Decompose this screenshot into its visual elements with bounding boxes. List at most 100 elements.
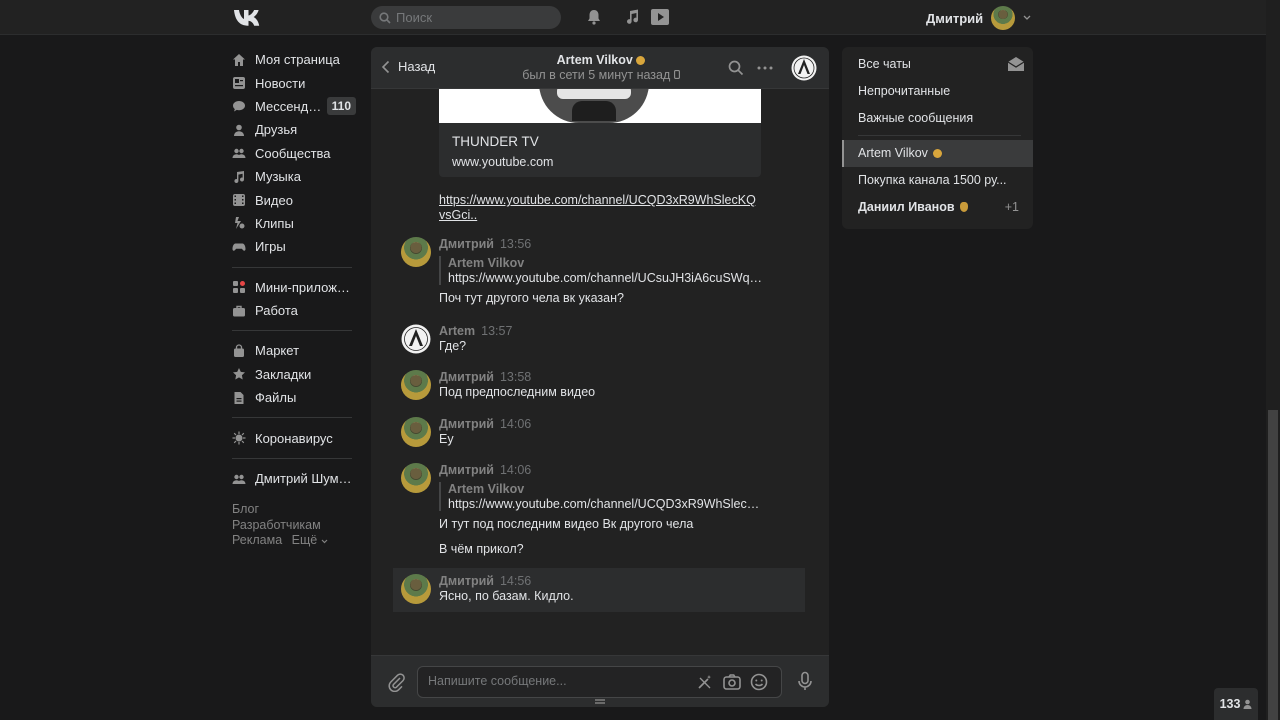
chat-item-daniil-ivanov[interactable]: Даниил Иванов +1 (842, 193, 1033, 220)
camera-icon[interactable] (722, 672, 742, 692)
messages-icon (233, 101, 245, 112)
nav-market[interactable]: Маркет (232, 339, 356, 362)
virus-icon (232, 431, 246, 445)
author-avatar[interactable] (401, 237, 431, 267)
author-avatar[interactable] (401, 463, 431, 493)
peer-info[interactable]: Artem Vilkov был в сети 5 минут назад (511, 53, 691, 82)
peer-status: был в сети 5 минут назад (522, 68, 671, 82)
nav-user-group[interactable]: Дмитрий Шумил... (232, 467, 356, 490)
nav-friends[interactable]: Друзья (232, 118, 356, 141)
page-scrollbar[interactable] (1266, 0, 1280, 720)
more-icon[interactable] (756, 59, 774, 77)
footer-more-label: Ещё (291, 533, 318, 548)
gamepad-icon (232, 243, 246, 251)
groups-icon (232, 149, 246, 159)
message-author[interactable]: Дмитрий (439, 574, 494, 588)
message-item[interactable]: Дмитрий 13:56 Artem Vilkov https://www.yo… (401, 237, 821, 305)
nav-groups[interactable]: Сообщества (232, 142, 356, 165)
forwarded-message[interactable]: Artem Vilkov https://www.youtube.com/cha… (439, 256, 821, 285)
chat-item-channel-purchase[interactable]: Покупка канала 1500 ру... (842, 167, 1033, 194)
message-author[interactable]: Дмитрий (439, 237, 494, 251)
footer-more-link[interactable]: Ещё (292, 533, 328, 549)
message-author[interactable]: Дмитрий (439, 417, 494, 431)
chat-header: Назад Artem Vilkov был в сети 5 минут на… (371, 47, 829, 89)
paperclip-icon[interactable] (386, 672, 406, 692)
message-input[interactable] (428, 674, 688, 688)
author-avatar[interactable] (401, 370, 431, 400)
nav-label: Дмитрий Шумил... (255, 471, 356, 487)
resize-handle-icon[interactable] (595, 699, 605, 705)
footer-developers-link[interactable]: Разработчикам (232, 518, 321, 534)
mobile-icon (673, 70, 680, 79)
footer-links: Блог Разработчикам Реклама Ещё (232, 502, 356, 549)
chevron-left-icon (381, 60, 390, 73)
filter-all-chats[interactable]: Все чаты (842, 51, 1033, 78)
nav-divider (232, 330, 352, 332)
message-text: В чём прикол? (439, 542, 524, 556)
link-preview-card[interactable]: THUNDER TV www.youtube.com (439, 89, 761, 177)
money-bag-icon (959, 201, 968, 212)
search-icon[interactable] (727, 59, 745, 77)
footer-blog-link[interactable]: Блог (232, 502, 259, 518)
peer-avatar[interactable] (791, 55, 817, 81)
message-time: 13:57 (481, 324, 513, 338)
magic-wand-icon[interactable] (696, 673, 714, 691)
nav-clips[interactable]: Клипы (232, 212, 356, 235)
message-link[interactable]: https://www.youtube.com/channel/UCQD3xR9… (439, 193, 759, 222)
filter-important[interactable]: Важные сообщения (842, 104, 1033, 131)
nav-games[interactable]: Игры (232, 235, 356, 258)
peer-name: Artem Vilkov (556, 53, 633, 67)
back-button[interactable]: Назад (381, 59, 435, 74)
message-author[interactable]: Artem (439, 324, 475, 338)
message-author[interactable]: Дмитрий (439, 463, 494, 477)
emoji-smile-icon[interactable] (749, 672, 769, 692)
video-play-icon[interactable] (650, 8, 670, 26)
online-friends-button[interactable]: 133 (1214, 688, 1258, 720)
nav-files[interactable]: Файлы (232, 386, 356, 409)
nav-messenger[interactable]: Мессендж... 110 (232, 95, 356, 118)
search-box[interactable] (371, 6, 561, 29)
chat-item-artem-vilkov[interactable]: Artem Vilkov (842, 140, 1033, 167)
filter-unread[interactable]: Непрочитанные (842, 78, 1033, 105)
message-item[interactable]: Дмитрий 14:06 Еу (401, 417, 821, 447)
footer-ads-link[interactable]: Реклама (232, 533, 282, 549)
message-item[interactable]: Дмитрий 13:58 Под предпоследним видео (401, 370, 821, 400)
scrollbar-thumb[interactable] (1268, 410, 1278, 720)
music-note-icon[interactable] (623, 8, 641, 26)
top-bar: Дмитрий (0, 0, 1266, 35)
author-avatar[interactable] (401, 417, 431, 447)
search-input[interactable] (396, 10, 556, 25)
nav-news[interactable]: Новости (232, 71, 356, 94)
user-avatar (991, 6, 1016, 30)
user-menu[interactable]: Дмитрий (926, 6, 1031, 30)
nav-label: Моя страница (255, 52, 340, 68)
nav-label: Файлы (255, 390, 297, 406)
message-time: 13:56 (499, 237, 532, 251)
message-item[interactable]: Artem 13:57 Где? (401, 324, 821, 354)
nav-label: Работа (255, 303, 298, 319)
author-avatar[interactable] (401, 324, 431, 354)
nav-divider (232, 266, 352, 268)
message-item[interactable]: Дмитрий 14:06 Artem Vilkov https://www.yo… (401, 463, 821, 556)
message-list[interactable]: THUNDER TV www.youtube.com https://www.y… (371, 89, 829, 655)
message-author[interactable]: Дмитрий (439, 370, 494, 384)
microphone-icon[interactable] (795, 671, 815, 691)
nav-coronavirus[interactable]: Коронавирус (232, 426, 356, 449)
nav-bookmarks[interactable]: Закладки (232, 363, 356, 386)
forwarded-message[interactable]: Artem Vilkov https://www.youtube.com/cha… (439, 482, 821, 511)
bell-icon[interactable] (585, 8, 603, 26)
nav-work[interactable]: Работа (232, 299, 356, 322)
nav-video[interactable]: Видео (232, 188, 356, 211)
nav-mini-apps[interactable]: Мини-приложен... (232, 276, 356, 299)
author-avatar[interactable] (401, 574, 431, 604)
person-icon (1243, 699, 1252, 709)
vk-logo-icon[interactable] (232, 8, 262, 28)
message-item-selected[interactable]: Дмитрий 14:56 Ясно, по базам. Кидло. (393, 568, 805, 612)
message-input-box[interactable] (417, 666, 782, 698)
nav-my-page[interactable]: Моя страница (232, 48, 356, 71)
nav-music[interactable]: Музыка (232, 165, 356, 188)
panel-divider (858, 135, 1021, 137)
preview-domain: www.youtube.com (452, 155, 554, 169)
message-text: Еу (439, 432, 454, 446)
envelope-open-icon[interactable] (1007, 56, 1025, 72)
